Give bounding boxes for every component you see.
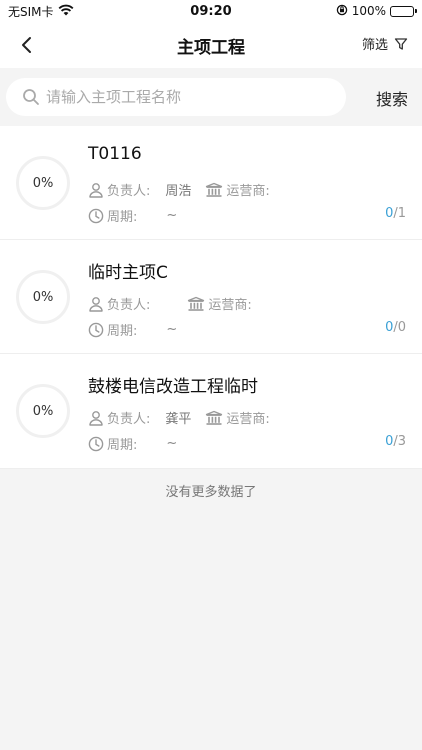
person-icon — [89, 410, 103, 426]
progress-ring: 0% — [16, 156, 70, 210]
page-title: 主项工程 — [177, 37, 245, 58]
operator-field: 运营商: — [205, 180, 284, 199]
filter-button[interactable]: 筛选 — [362, 34, 408, 53]
project-name: 临时主项C — [88, 263, 168, 283]
owner-field: 负责人: — [88, 294, 165, 313]
filter-label: 筛选 — [361, 38, 388, 53]
operator-label: 运营商: — [226, 184, 270, 199]
battery-percent: 100% — [351, 4, 386, 18]
progress-ring: 0% — [16, 270, 70, 324]
bank-building-icon — [188, 296, 205, 311]
period-field: 周期: ~ — [88, 320, 177, 339]
owner-label: 负责人: — [107, 412, 151, 427]
operator-field: 运营商: — [205, 408, 284, 427]
operator-label: 运营商: — [208, 298, 252, 313]
progress-text: 0% — [32, 403, 54, 419]
chevron-left-icon — [22, 37, 31, 53]
period-field: 周期: ~ — [88, 206, 177, 225]
owner-value: 周浩 — [165, 184, 192, 199]
meta-row-period: 周期: ~ — [88, 320, 177, 339]
funnel-icon — [394, 37, 408, 50]
operator-field: 运营商: — [187, 294, 266, 313]
task-count: 0/0 — [385, 320, 406, 335]
list-item[interactable]: 0% 临时主项C 负责人: 运营商: 周期: ~ 0/0 — [0, 240, 422, 354]
task-count: 0/1 — [385, 206, 406, 221]
meta-row-period: 周期: ~ — [88, 434, 177, 453]
total-count: /0 — [393, 320, 406, 335]
meta-row-people: 负责人: 龚平 运营商: — [88, 408, 285, 427]
carrier-label: 无SIM卡 — [8, 4, 54, 19]
battery-icon — [390, 5, 417, 17]
search-area: 搜索 — [0, 68, 422, 126]
owner-value: 龚平 — [165, 412, 192, 427]
period-value: ~ — [166, 436, 178, 451]
search-input[interactable] — [46, 88, 326, 106]
search-button[interactable]: 搜索 — [376, 86, 408, 110]
meta-row-people: 负责人: 周浩 运营商: — [88, 180, 285, 199]
meta-row-people: 负责人: 运营商: — [88, 294, 267, 313]
project-name: 鼓楼电信改造工程临时 — [88, 377, 258, 397]
owner-label: 负责人: — [107, 298, 151, 313]
owner-field: 负责人: 周浩 — [88, 180, 191, 199]
status-left: 无SIM卡 — [8, 3, 74, 20]
bank-building-icon — [206, 182, 223, 197]
bank-building-icon — [206, 410, 223, 425]
period-label: 周期: — [107, 324, 138, 339]
period-value: ~ — [166, 208, 178, 223]
navigation-bar: 主项工程 筛选 — [0, 22, 422, 68]
clock-icon — [88, 436, 104, 451]
period-label: 周期: — [107, 438, 138, 453]
clock-icon — [88, 322, 104, 337]
no-more-data-hint: 没有更多数据了 — [165, 485, 257, 500]
progress-ring: 0% — [16, 384, 70, 438]
owner-label: 负责人: — [107, 184, 151, 199]
search-box — [6, 78, 346, 116]
clock-icon — [88, 208, 104, 223]
period-label: 周期: — [107, 210, 138, 225]
period-value: ~ — [166, 322, 178, 337]
total-count: /3 — [393, 434, 406, 449]
meta-row-period: 周期: ~ — [88, 206, 177, 225]
progress-text: 0% — [32, 289, 54, 305]
progress-text: 0% — [32, 175, 54, 191]
person-icon — [89, 296, 103, 312]
list-item[interactable]: 0% 鼓楼电信改造工程临时 负责人: 龚平 运营商: 周期: ~ 0/3 — [0, 354, 422, 469]
total-count: /1 — [393, 206, 406, 221]
list-item[interactable]: 0% T0116 负责人: 周浩 运营商: 周期: ~ 0/1 — [0, 126, 422, 240]
status-bar: 无SIM卡 09:20 100% — [0, 0, 422, 22]
back-button[interactable] — [14, 32, 38, 58]
task-count: 0/3 — [385, 434, 406, 449]
project-list: 0% T0116 负责人: 周浩 运营商: 周期: ~ 0/1 0% 临时主项C… — [0, 126, 422, 469]
operator-label: 运营商: — [226, 412, 270, 427]
search-icon — [23, 89, 39, 105]
orientation-lock-icon — [336, 4, 348, 19]
period-field: 周期: ~ — [88, 434, 177, 453]
status-right: 100% — [336, 4, 417, 19]
person-icon — [89, 182, 103, 198]
wifi-icon — [58, 4, 74, 19]
project-name: T0116 — [88, 144, 142, 164]
owner-field: 负责人: 龚平 — [88, 408, 191, 427]
